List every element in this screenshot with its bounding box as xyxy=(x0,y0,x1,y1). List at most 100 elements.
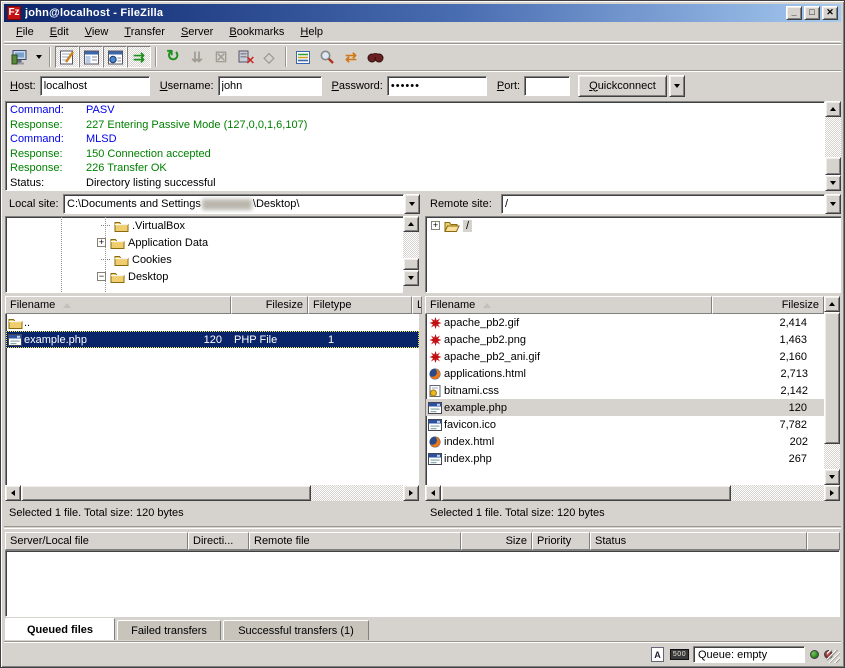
file-row[interactable]: applications.html 2,713 xyxy=(426,365,824,382)
scroll-down-button[interactable] xyxy=(825,175,841,191)
queue-column-status[interactable]: Status xyxy=(590,532,807,550)
tree-item-virtualbox[interactable]: .VirtualBox xyxy=(6,217,403,234)
local-tree-scrollbar[interactable] xyxy=(403,216,419,293)
close-button[interactable]: ✕ xyxy=(822,6,838,20)
site-manager-button[interactable] xyxy=(8,46,32,68)
menu-bookmarks[interactable]: Bookmarks xyxy=(221,24,292,41)
host-input[interactable] xyxy=(40,76,150,96)
file-row-example-php[interactable]: example.php 120 PHP File 1 xyxy=(6,331,419,348)
queue-column-size[interactable]: Size xyxy=(461,532,532,550)
local-column-filetype[interactable]: Filetype xyxy=(308,296,412,314)
file-row-example-php[interactable]: example.php 120 xyxy=(426,399,824,416)
menu-view[interactable]: View xyxy=(77,24,117,41)
scrollbar-track[interactable] xyxy=(824,444,840,469)
site-manager-dropdown[interactable] xyxy=(32,46,45,68)
quickconnect-dropdown[interactable] xyxy=(669,75,685,97)
tree-item-root[interactable]: + / xyxy=(426,217,841,234)
menu-help[interactable]: Help xyxy=(292,24,331,41)
file-row[interactable]: favicon.ico 7,782 xyxy=(426,416,824,433)
menu-transfer[interactable]: Transfer xyxy=(116,24,173,41)
speed-limit-indicator-icon[interactable]: 500 xyxy=(670,649,689,660)
file-row[interactable]: apache_pb2.gif 2,414 xyxy=(426,314,824,331)
tab-successful-transfers[interactable]: Successful transfers (1) xyxy=(223,620,369,640)
scroll-right-button[interactable] xyxy=(824,485,840,501)
synchronized-browsing-button[interactable]: ⇄ xyxy=(339,46,363,68)
menu-server[interactable]: Server xyxy=(173,24,221,41)
file-row[interactable]: bitnami.css 2,142 xyxy=(426,382,824,399)
tab-queued-files[interactable]: Queued files xyxy=(5,618,115,640)
file-row[interactable]: index.html 202 xyxy=(426,433,824,450)
scrollbar-thumb[interactable] xyxy=(825,157,841,175)
minimize-button[interactable]: _ xyxy=(786,6,802,20)
collapse-icon[interactable]: − xyxy=(97,272,106,281)
toggle-remote-tree-button[interactable] xyxy=(103,46,127,68)
maximize-button[interactable]: □ xyxy=(804,6,820,20)
queue-list[interactable] xyxy=(5,550,840,617)
process-queue-button[interactable]: ⇊ xyxy=(185,46,209,68)
compare-directories-button[interactable] xyxy=(363,46,387,68)
log-scrollbar[interactable] xyxy=(825,101,841,191)
scroll-down-button[interactable] xyxy=(403,270,419,286)
username-input[interactable] xyxy=(218,76,322,96)
expand-icon[interactable]: + xyxy=(97,238,106,247)
remote-column-filename[interactable]: Filename xyxy=(425,296,712,314)
queue-column-blank[interactable] xyxy=(807,532,840,550)
remote-column-filesize[interactable]: Filesize xyxy=(712,296,824,314)
local-list-hscrollbar[interactable] xyxy=(5,485,419,501)
local-site-path[interactable]: C:\Documents and Settings\Desktop\ xyxy=(63,194,404,214)
file-row[interactable]: apache_pb2_ani.gif 2,160 xyxy=(426,348,824,365)
scrollbar-thumb[interactable] xyxy=(824,312,840,444)
file-row-updir[interactable]: .. xyxy=(6,314,419,331)
remote-site-path[interactable]: / xyxy=(501,194,825,214)
local-column-filename[interactable]: Filename xyxy=(5,296,231,314)
tree-item-desktop[interactable]: − Desktop xyxy=(6,268,403,285)
file-search-button[interactable] xyxy=(315,46,339,68)
menu-edit[interactable]: Edit xyxy=(42,24,77,41)
scrollbar-thumb[interactable] xyxy=(403,258,419,270)
scroll-up-button[interactable] xyxy=(825,101,841,117)
scroll-up-button[interactable] xyxy=(403,216,419,232)
local-site-dropdown[interactable] xyxy=(404,194,420,214)
remote-site-dropdown[interactable] xyxy=(825,194,841,214)
remote-list-hscrollbar[interactable] xyxy=(425,485,840,501)
local-column-filesize[interactable]: Filesize xyxy=(231,296,308,314)
tree-item-application-data[interactable]: + Application Data xyxy=(6,234,403,251)
tree-item-cookies[interactable]: Cookies xyxy=(6,251,403,268)
tab-failed-transfers[interactable]: Failed transfers xyxy=(117,620,221,640)
scrollbar-track[interactable] xyxy=(731,485,824,501)
queue-column-local-file[interactable]: Server/Local file xyxy=(5,532,188,550)
toggle-queue-button[interactable]: ⇉ xyxy=(127,46,151,68)
reconnect-button[interactable]: ◇ xyxy=(257,46,281,68)
queue-column-direction[interactable]: Directi... xyxy=(188,532,249,550)
directory-filters-button[interactable] xyxy=(291,46,315,68)
scroll-left-button[interactable] xyxy=(425,485,441,501)
quickconnect-button[interactable]: Quickconnect xyxy=(578,75,667,97)
scroll-right-button[interactable] xyxy=(403,485,419,501)
tree-item-label: Desktop xyxy=(128,271,168,283)
toggle-message-log-button[interactable] xyxy=(55,46,79,68)
scroll-left-button[interactable] xyxy=(5,485,21,501)
queue-column-remote-file[interactable]: Remote file xyxy=(249,532,461,550)
scrollbar-track[interactable] xyxy=(311,485,403,501)
resize-grip[interactable] xyxy=(827,650,840,663)
toggle-local-tree-button[interactable] xyxy=(79,46,103,68)
scroll-down-button[interactable] xyxy=(824,469,840,485)
cancel-button[interactable]: ☒ xyxy=(209,46,233,68)
local-column-lastmodified[interactable]: L xyxy=(412,296,422,314)
file-row[interactable]: apache_pb2.png 1,463 xyxy=(426,331,824,348)
scrollbar-thumb[interactable] xyxy=(21,485,311,501)
scrollbar-track[interactable] xyxy=(403,232,419,258)
refresh-button[interactable]: ↻ xyxy=(161,46,185,68)
file-row[interactable]: index.php 267 xyxy=(426,450,824,467)
scrollbar-track[interactable] xyxy=(825,117,841,157)
remote-list-scrollbar[interactable] xyxy=(824,296,840,485)
scrollbar-thumb[interactable] xyxy=(441,485,731,501)
transfer-type-indicator-icon[interactable]: A xyxy=(651,647,664,662)
password-input[interactable] xyxy=(387,76,487,96)
disconnect-button[interactable]: ✕ xyxy=(233,46,257,68)
scroll-up-button[interactable] xyxy=(824,296,840,312)
queue-column-priority[interactable]: Priority xyxy=(532,532,590,550)
port-input[interactable] xyxy=(524,76,570,96)
expand-icon[interactable]: + xyxy=(431,221,440,230)
menu-file[interactable]: File xyxy=(8,24,42,41)
